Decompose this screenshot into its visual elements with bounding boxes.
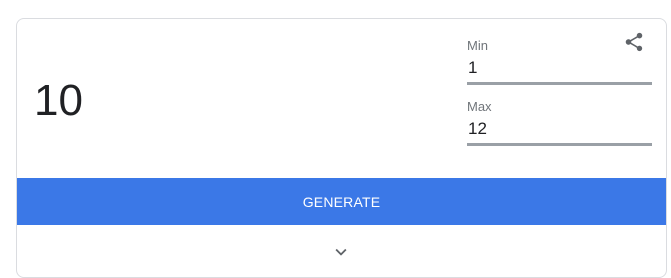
generated-number: 10 (34, 76, 83, 125)
max-label: Max (467, 99, 492, 114)
random-number-card: 10 Min Max GENERATE (16, 18, 667, 278)
max-input[interactable] (467, 115, 652, 146)
generate-button[interactable]: GENERATE (17, 178, 666, 225)
chevron-down-icon[interactable] (330, 241, 352, 263)
min-label: Min (467, 38, 488, 53)
min-field: Min (467, 38, 652, 85)
max-field: Max (467, 99, 652, 146)
min-input[interactable] (467, 54, 652, 85)
